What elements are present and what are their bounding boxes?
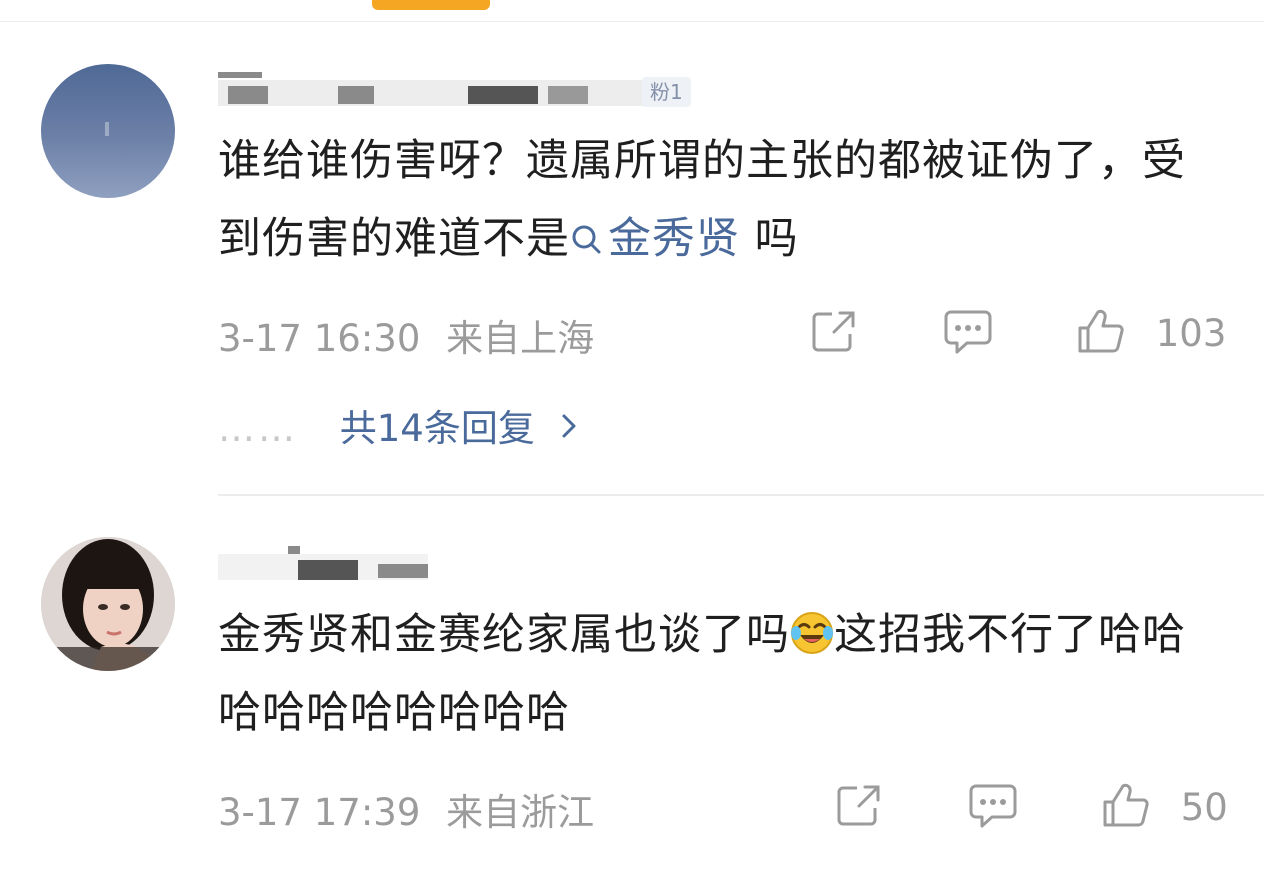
share-button[interactable] <box>835 782 883 837</box>
share-icon <box>810 308 858 363</box>
comment-meta: 3-17 17:39 来自浙江 <box>218 782 594 836</box>
comment-button[interactable] <box>943 308 993 365</box>
username-blurred[interactable] <box>218 72 648 106</box>
like-count: 50 <box>1180 786 1228 829</box>
username-blurred[interactable] <box>218 546 438 580</box>
comment-button[interactable] <box>968 782 1018 839</box>
comment-text-part: 吗 <box>740 214 799 264</box>
view-replies-link[interactable]: 共14条回复 <box>340 407 535 450</box>
topic-link[interactable]: 金秀贤 <box>570 214 740 264</box>
top-divider <box>0 21 1264 22</box>
share-icon <box>835 782 883 837</box>
search-icon <box>570 204 604 254</box>
topic-label: 金秀贤 <box>608 214 740 264</box>
comment-time: 3-17 16:30 <box>218 317 421 360</box>
replies-row[interactable]: …… 共14条回复 <box>218 398 579 452</box>
avatar[interactable] <box>41 537 175 671</box>
replies-dots: …… <box>218 407 298 450</box>
comment-text: 谁给谁伤害呀？遗属所谓的主张的都被证伪了，受到伤害的难道不是 金秀贤 吗 <box>218 122 1198 278</box>
comment-location: 来自浙江 <box>446 791 595 834</box>
thumbs-up-icon <box>1101 782 1151 837</box>
comment-icon <box>943 308 993 365</box>
like-count: 103 <box>1155 312 1227 355</box>
comment-text: 金秀贤和金赛纶家属也谈了吗 这招我不行了哈哈哈哈哈哈哈哈哈哈 <box>218 596 1198 752</box>
comment-text-part: 金秀贤和金赛纶家属也谈了吗 <box>218 610 790 660</box>
comment-divider <box>218 494 1264 496</box>
share-button[interactable] <box>810 308 858 363</box>
like-button[interactable]: 103 <box>1076 308 1226 363</box>
chevron-right-icon <box>559 407 579 450</box>
like-button[interactable]: 50 <box>1101 782 1228 837</box>
active-tab-indicator <box>372 0 490 10</box>
comment-location: 来自上海 <box>446 317 595 360</box>
avatar[interactable] <box>41 64 175 198</box>
laugh-cry-emoji <box>790 602 834 654</box>
comment-icon <box>968 782 1018 839</box>
comment-meta: 3-17 16:30 来自上海 <box>218 308 594 362</box>
fan-badge: 粉1 <box>642 77 691 107</box>
thumbs-up-icon <box>1076 308 1126 363</box>
comment-time: 3-17 17:39 <box>218 791 421 834</box>
